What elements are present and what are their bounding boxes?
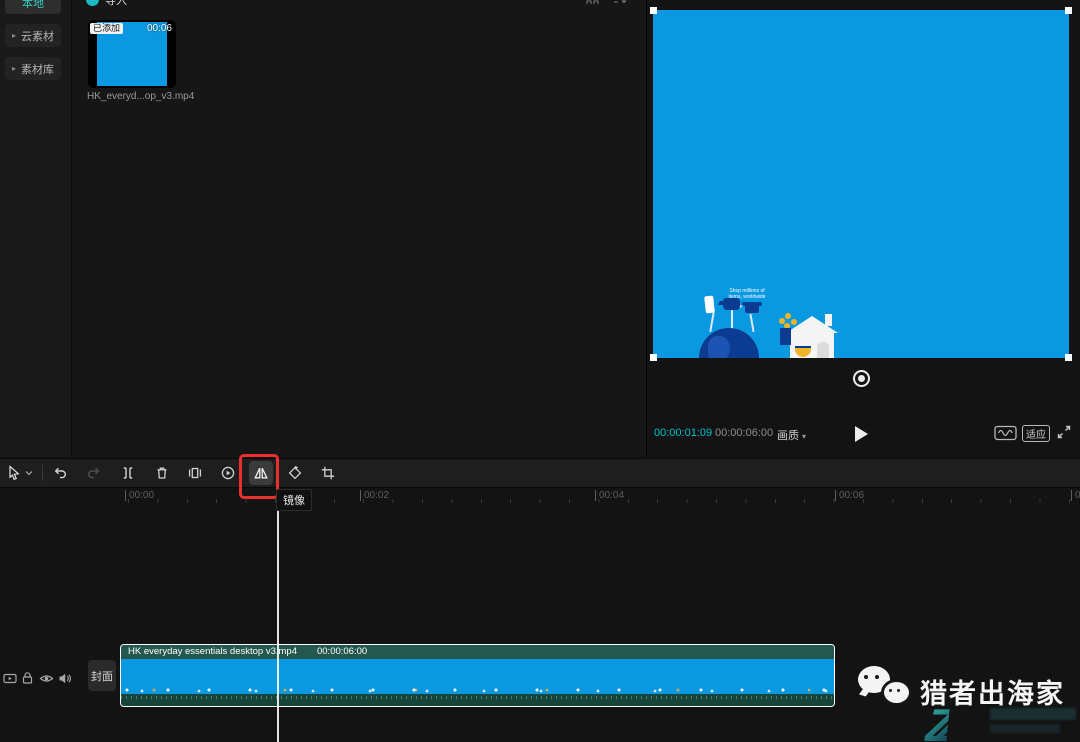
anchor-point-icon[interactable] — [853, 370, 870, 387]
clip-audio-waveform — [121, 694, 834, 706]
timeline-toolbar — [0, 458, 1080, 488]
media-item-thumbnail[interactable]: 已添加 00:06 — [88, 20, 176, 88]
sidebar-item-cloud[interactable]: ▸ 云素材 — [5, 24, 61, 47]
chevron-right-icon: ▸ — [12, 64, 16, 73]
import-status-icon — [86, 0, 99, 6]
media-panel: 导入 已添加 00:06 HK_everyd...op_v3.mp4 — [73, 0, 646, 457]
video-graphic-globe — [699, 328, 759, 358]
quality-dropdown[interactable]: 画质▾ — [777, 427, 806, 443]
video-editor-window: 本地 ▸ 云素材 ▸ 素材库 导入 已添加 00:06 HK_everyd...… — [0, 0, 1080, 742]
sidebar-item-label: 素材库 — [21, 61, 54, 77]
undo-button[interactable] — [48, 461, 72, 485]
sidebar-item-label: 云素材 — [21, 28, 54, 44]
watermark-glyph: ZZ — [923, 698, 951, 742]
rotate-button[interactable] — [283, 461, 307, 485]
preview-canvas[interactable]: Shop millions of items, worldwide ↙ — [653, 10, 1069, 358]
clip-name: HK everyday essentials desktop v3.mp4 — [128, 646, 297, 657]
video-graphic-phone — [704, 296, 715, 314]
split-button[interactable] — [116, 461, 140, 485]
chevron-down-icon: ▾ — [802, 432, 806, 441]
cover-button[interactable]: 封面 — [88, 660, 116, 691]
chevron-right-icon: ▸ — [12, 31, 16, 40]
sort-icon[interactable] — [613, 0, 627, 4]
timeline-panel: 00:00 00:02 00:04 00:06 00:08 封面 HK ever… — [0, 488, 1080, 742]
mirror-tooltip: 镜像 — [276, 489, 312, 511]
main-track-icon[interactable] — [3, 672, 17, 685]
play-button[interactable] — [855, 426, 868, 442]
freeze-frame-button[interactable] — [183, 461, 207, 485]
selection-handle[interactable] — [650, 7, 657, 14]
playhead[interactable] — [277, 488, 279, 742]
video-graphic-kettle — [723, 298, 740, 310]
watermark-logo: ZZ — [926, 702, 1080, 742]
waveform-preview-icon[interactable] — [994, 425, 1017, 441]
media-filename: HK_everyd...op_v3.mp4 — [87, 91, 194, 102]
ruler-ticks — [128, 499, 1080, 503]
fullscreen-icon[interactable] — [1056, 424, 1072, 440]
added-badge: 已添加 — [90, 23, 123, 34]
selection-handle[interactable] — [1065, 7, 1072, 14]
video-graphic-house — [783, 316, 841, 358]
clip-filmstrip — [121, 659, 834, 694]
select-tool-chevron-icon[interactable] — [22, 461, 36, 485]
preview-panel: Shop millions of items, worldwide ↙ 00:0… — [646, 0, 1080, 457]
clip-header: HK everyday essentials desktop v3.mp4 00:… — [121, 645, 834, 659]
sidebar-item-label: 本地 — [22, 0, 44, 11]
clip-duration: 00:00:06:00 — [317, 646, 367, 657]
lock-icon[interactable] — [21, 671, 34, 685]
media-sidebar: 本地 ▸ 云素材 ▸ 素材库 — [0, 0, 72, 457]
reverse-button[interactable] — [216, 461, 240, 485]
media-duration: 00:06 — [147, 23, 172, 34]
crop-button[interactable] — [316, 461, 340, 485]
fit-button[interactable]: 适应 — [1022, 425, 1050, 442]
sidebar-item-local[interactable]: 本地 — [5, 0, 61, 14]
selection-handle[interactable] — [650, 354, 657, 361]
video-graphic-shirt — [745, 302, 759, 313]
timeline-clip[interactable]: HK everyday essentials desktop v3.mp4 00:… — [120, 644, 835, 707]
toolbar-divider — [42, 465, 43, 481]
mute-icon[interactable] — [58, 672, 72, 685]
visibility-icon[interactable] — [39, 673, 54, 684]
mirror-button[interactable] — [249, 461, 273, 485]
preview-controls: 00:00:01:09 00:00:06:00 画质▾ 适应 — [647, 420, 1080, 450]
wechat-icon — [858, 666, 914, 710]
delete-button[interactable] — [150, 461, 174, 485]
redo-button[interactable] — [82, 461, 106, 485]
sidebar-item-library[interactable]: ▸ 素材库 — [5, 57, 61, 80]
current-timecode: 00:00:01:09 — [654, 427, 712, 439]
import-button[interactable]: 导入 — [105, 0, 127, 8]
selection-handle[interactable] — [1065, 354, 1072, 361]
total-duration: 00:00:06:00 — [715, 427, 773, 439]
grid-view-icon[interactable] — [586, 0, 599, 4]
